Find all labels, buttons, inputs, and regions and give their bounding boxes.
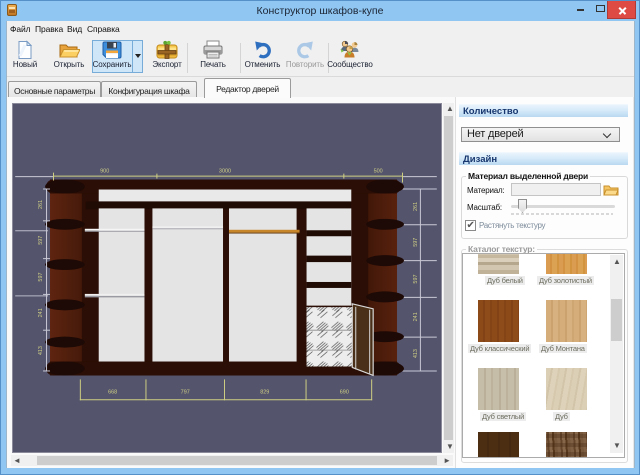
svg-text:900: 900: [100, 169, 109, 175]
svg-text:829: 829: [260, 389, 269, 395]
svg-text:690: 690: [340, 389, 349, 395]
svg-text:3000: 3000: [219, 169, 231, 175]
svg-text:241: 241: [413, 312, 419, 321]
svg-text:261: 261: [413, 202, 419, 211]
svg-text:241: 241: [38, 308, 44, 317]
svg-text:261: 261: [38, 200, 44, 209]
svg-text:597: 597: [38, 236, 44, 245]
svg-text:597: 597: [413, 274, 419, 283]
svg-text:597: 597: [38, 272, 44, 281]
svg-text:797: 797: [181, 389, 190, 395]
svg-text:668: 668: [108, 389, 117, 395]
svg-text:413: 413: [413, 349, 419, 358]
svg-text:413: 413: [38, 346, 44, 355]
svg-text:597: 597: [413, 238, 419, 247]
svg-text:500: 500: [374, 169, 383, 175]
